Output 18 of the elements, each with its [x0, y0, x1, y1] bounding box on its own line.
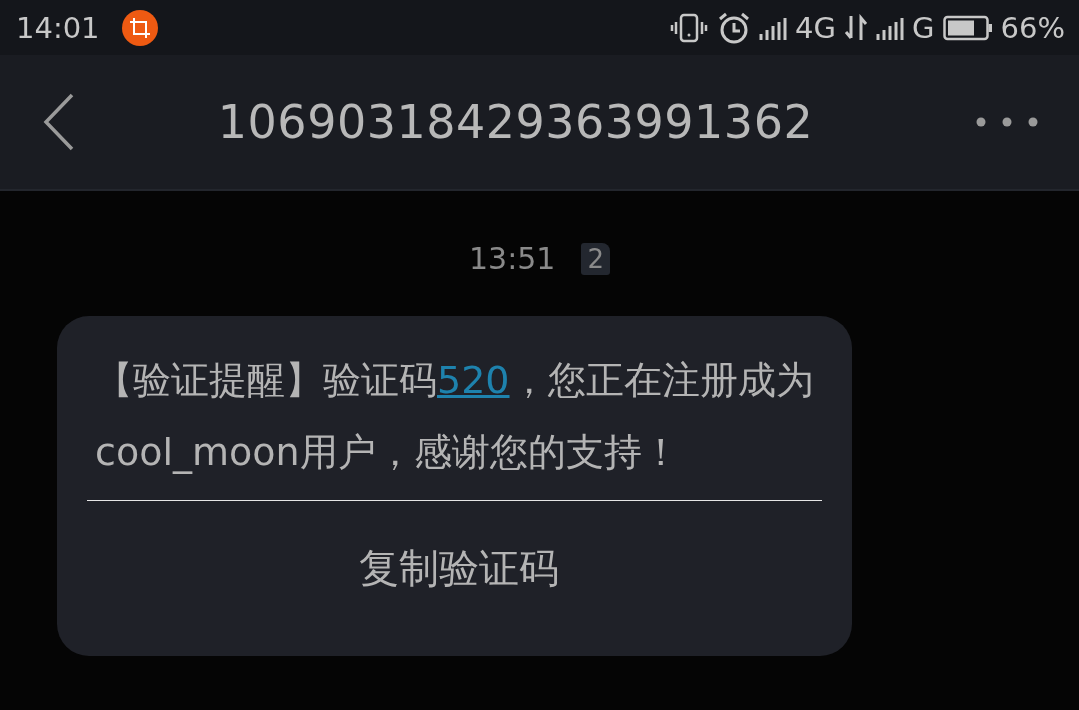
signal-icon [876, 15, 905, 40]
conversation-title: 10690318429363991362 [216, 95, 815, 149]
battery-percent: 66% [1000, 10, 1065, 45]
alarm-icon [717, 11, 752, 44]
data-arrows-icon [844, 13, 869, 42]
network-label: 4G [795, 10, 837, 45]
copy-code-button[interactable]: 复制验证码 [338, 501, 579, 656]
signal-icon [759, 15, 788, 40]
network-label: G [912, 10, 935, 45]
crop-icon [121, 9, 158, 46]
sim-badge: 2 [581, 242, 610, 275]
battery-icon [942, 14, 993, 41]
message-timestamp: 13:51 [469, 241, 556, 276]
verification-code-link[interactable]: 520 [437, 358, 510, 402]
more-options-button[interactable] [975, 116, 1039, 128]
status-time: 14:01 [16, 10, 100, 45]
message-text: 【验证提醒】验证码520，您正在注册成为cool_moon用户，感谢您的支持！ [95, 357, 815, 476]
vibrate-icon [669, 12, 710, 43]
